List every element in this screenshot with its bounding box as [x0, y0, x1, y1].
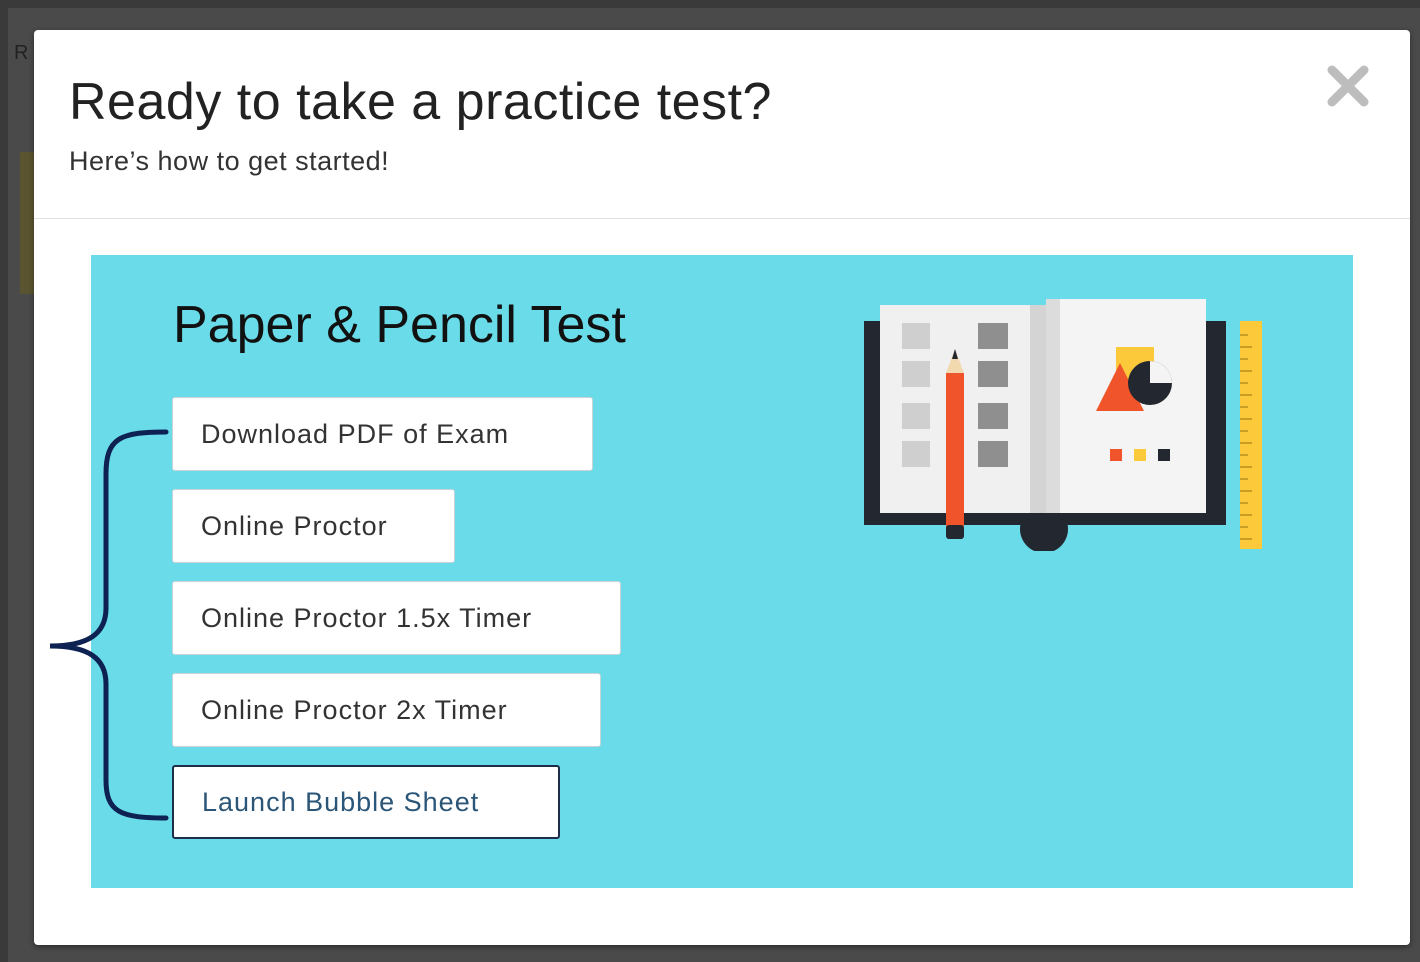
online-proctor-button[interactable]: Online Proctor [172, 489, 455, 563]
close-button[interactable] [1320, 58, 1376, 114]
modal-header: Ready to take a practice test? Here’s ho… [34, 30, 1410, 219]
practice-test-modal: Ready to take a practice test? Here’s ho… [34, 30, 1410, 945]
download-pdf-button[interactable]: Download PDF of Exam [172, 397, 593, 471]
launch-bubble-sheet-button[interactable]: Launch Bubble Sheet [172, 765, 560, 839]
online-proctor-1-5x-timer-button[interactable]: Online Proctor 1.5x Timer [172, 581, 621, 655]
curly-bracket-icon [49, 429, 169, 821]
background-strip [20, 152, 34, 294]
modal-title: Ready to take a practice test? [69, 73, 772, 131]
background-partial-text: R [14, 42, 29, 64]
close-icon [1327, 65, 1369, 107]
modal-subtitle: Here’s how to get started! [69, 146, 390, 176]
online-proctor-2x-timer-button[interactable]: Online Proctor 2x Timer [172, 673, 601, 747]
paper-pencil-panel: Paper & Pencil Test Download PDF of Exam… [91, 255, 1353, 888]
panel-heading: Paper & Pencil Test [173, 296, 626, 354]
open-book-with-pencil-and-ruler-icon [864, 299, 1262, 551]
